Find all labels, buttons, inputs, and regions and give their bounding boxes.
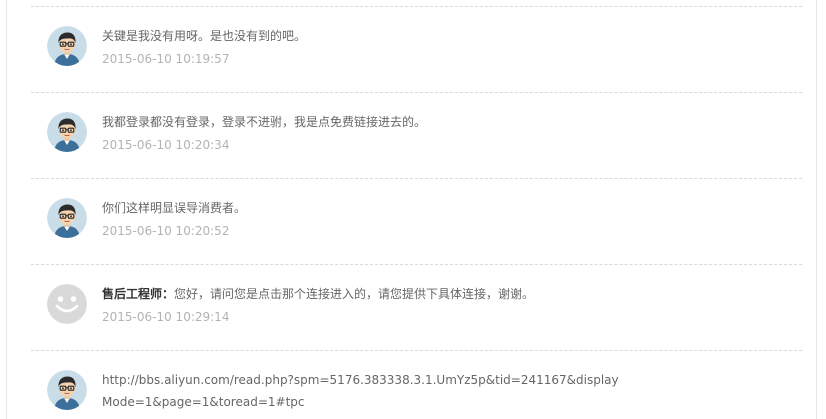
separator <box>31 264 802 265</box>
user-avatar-icon <box>47 198 87 238</box>
user-avatar-icon <box>47 370 87 410</box>
comment-time: 2015-06-10 10:19:57 <box>102 52 230 66</box>
comment-text: 你们这样明显误导消费者。 <box>102 201 247 215</box>
comment-content: http://bbs.aliyun.com/read.php?spm=5176.… <box>102 369 622 413</box>
separator <box>31 178 802 179</box>
comment-content: 售后工程师：您好，请问您是点击那个连接进入的，请您提供下具体连接，谢谢。 201… <box>102 283 802 326</box>
comment-time: 2015-06-10 10:20:34 <box>102 138 230 152</box>
smiley-avatar-icon <box>47 284 87 324</box>
comment-panel: 关键是我没有用呀。是也没有到的吧。 2015-06-10 10:19:57 我都… <box>6 0 817 419</box>
separator <box>31 6 802 7</box>
separator <box>31 92 802 93</box>
comment-time: 2015-06-10 10:29:14 <box>102 310 230 324</box>
comment-time: 2015-06-10 10:20:52 <box>102 224 230 238</box>
comment-body: 您好，请问您是点击那个连接进入的，请您提供下具体连接，谢谢。 <box>174 287 535 301</box>
user-avatar-icon <box>47 26 87 66</box>
comment-author: 售后工程师： <box>102 287 175 301</box>
comment-content: 关键是我没有用呀。是也没有到的吧。 2015-06-10 10:19:57 <box>102 25 802 68</box>
comment-text: http://bbs.aliyun.com/read.php?spm=5176.… <box>102 373 619 409</box>
separator <box>31 350 802 351</box>
comment-content: 你们这样明显误导消费者。 2015-06-10 10:20:52 <box>102 197 802 240</box>
comment-text: 我都登录都没有登录，登录不进驸，我是点免费链接进去的。 <box>102 115 427 129</box>
comment-text: 关键是我没有用呀。是也没有到的吧。 <box>102 29 307 43</box>
comment-text: 售后工程师：您好，请问您是点击那个连接进入的，请您提供下具体连接，谢谢。 <box>102 283 802 305</box>
comment-content: 我都登录都没有登录，登录不进驸，我是点免费链接进去的。 2015-06-10 1… <box>102 111 802 154</box>
user-avatar-icon <box>47 112 87 152</box>
